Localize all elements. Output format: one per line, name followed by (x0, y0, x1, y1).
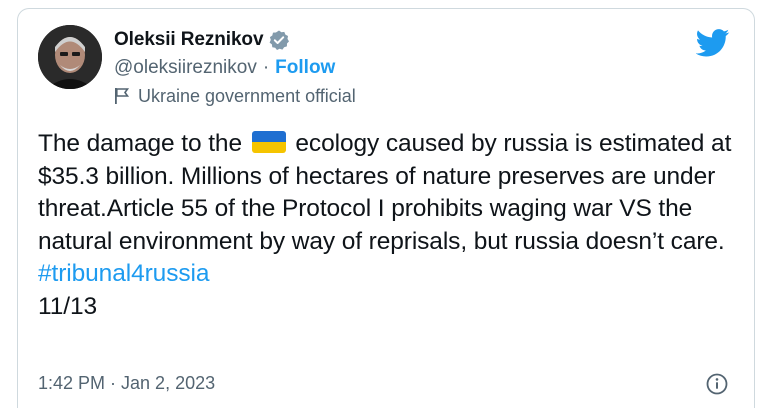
follow-button[interactable]: Follow (275, 57, 335, 79)
tweet-body: The damage to the ecology caused by russ… (38, 128, 738, 323)
thread-counter: 11/13 (38, 292, 97, 320)
author-display-name[interactable]: Oleksii Reznikov (114, 29, 264, 51)
hashtag-link[interactable]: #tribunal4russia (38, 260, 209, 287)
ukraine-flag-icon (251, 131, 286, 153)
separator: · (262, 57, 270, 78)
tweet-card[interactable]: Oleksii Reznikov @oleksiireznikov · Foll… (17, 8, 755, 408)
twitter-bird-icon[interactable] (695, 29, 730, 57)
tweet-text-part-1: The damage to the (38, 130, 242, 157)
info-icon[interactable] (706, 373, 728, 395)
affiliation-label: Ukraine government official (138, 85, 356, 106)
author-handle-row: @oleksiireznikov · Follow (114, 55, 335, 81)
avatar[interactable] (38, 25, 102, 89)
author-handle[interactable]: @oleksiireznikov (114, 57, 257, 79)
tweet-timestamp[interactable]: 1:42 PM · Jan 2, 2023 (38, 373, 215, 394)
flag-icon (114, 87, 130, 105)
avatar-image (38, 25, 102, 89)
verified-badge-icon (268, 29, 290, 51)
author-name-row: Oleksii Reznikov (114, 27, 290, 53)
affiliation-label-row: Ukraine government official (114, 84, 356, 108)
